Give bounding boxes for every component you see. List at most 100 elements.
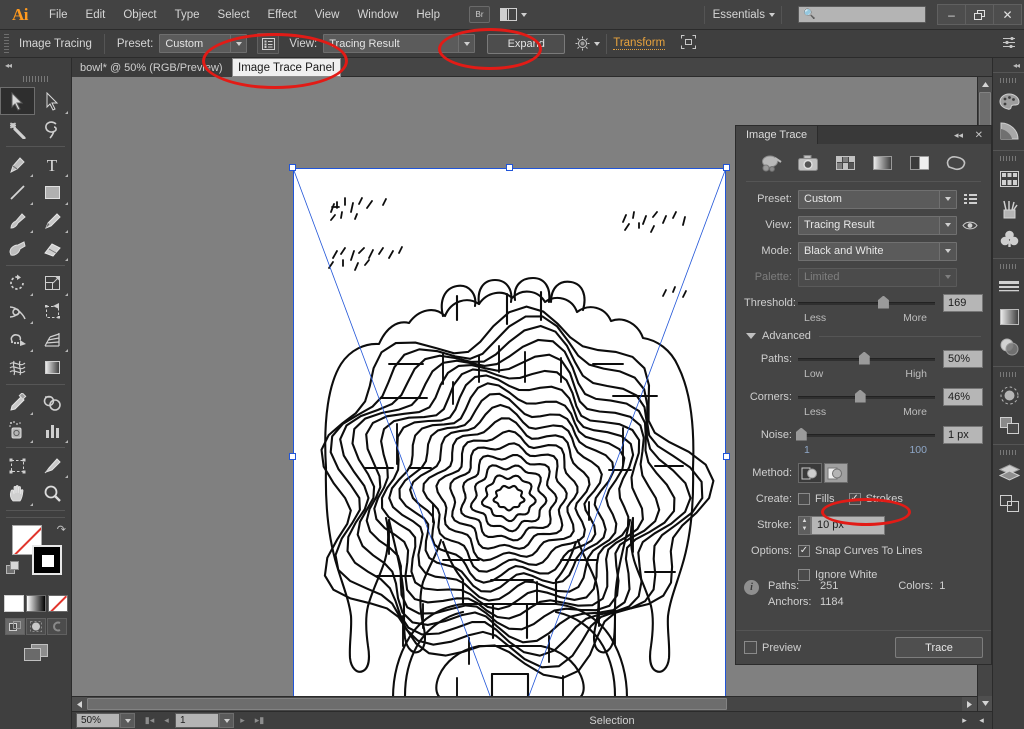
appearance-panel-icon[interactable] [993,380,1024,410]
brushes-panel-icon[interactable] [993,194,1024,224]
preview-eye-button[interactable] [957,220,983,231]
draw-inside-button[interactable] [46,618,67,635]
blend-tool[interactable] [35,388,70,416]
magic-wand-tool[interactable] [0,115,35,143]
chevron-down-icon[interactable] [939,242,956,260]
pencil-tool[interactable] [35,206,70,234]
chevron-down-icon[interactable] [939,190,956,208]
rectangle-tool[interactable] [35,178,70,206]
scroll-down-button[interactable] [978,696,993,711]
chevron-down-icon[interactable] [230,35,247,52]
paths-slider[interactable] [798,350,935,369]
layers-panel-icon[interactable] [993,458,1024,488]
zoom-level-field[interactable]: 50% [76,713,120,728]
expand-panels-icon[interactable]: ◂◂ [993,58,1024,72]
symbols-panel-icon[interactable] [993,224,1024,254]
overlapping-method-button[interactable] [824,463,848,483]
noise-slider[interactable] [795,426,935,445]
swatches-panel-icon[interactable] [993,164,1024,194]
color-swatch-button[interactable] [3,595,24,612]
paintbrush-tool[interactable] [0,206,35,234]
corners-slider-thumb[interactable] [854,389,866,403]
gradient-panel-icon[interactable] [993,302,1024,332]
symbol-sprayer-tool[interactable] [0,416,35,444]
noise-slider-thumb[interactable] [795,427,807,441]
collapse-panel-icon[interactable]: ◂◂ [0,58,71,72]
preview-checkbox[interactable]: Preview [744,641,801,654]
shape-builder-tool[interactable] [0,325,35,353]
stepper-down-icon[interactable]: ▼ [799,525,810,534]
zoom-level-dropdown[interactable] [120,713,135,728]
menu-item-edit[interactable]: Edit [77,0,115,30]
artboard[interactable] [293,168,726,711]
hand-tool[interactable] [0,479,35,507]
first-page-icon[interactable]: ▮◂ [141,712,158,729]
preset-dropdown[interactable]: Custom [159,34,248,53]
dock-grip[interactable] [999,76,1018,84]
noise-value-field[interactable]: 1 px [943,426,983,444]
rotate-tool[interactable] [0,269,35,297]
close-panel-icon[interactable]: ✕ [975,126,983,144]
menu-item-object[interactable]: Object [114,0,165,30]
document-tab[interactable]: bowl* @ 50% (RGB/Preview) [72,58,234,77]
dock-grip[interactable] [999,154,1018,162]
control-bar-grip[interactable] [4,33,9,54]
lasso-tool[interactable] [35,115,70,143]
isolate-selected-object-button[interactable] [681,35,697,52]
color-panel-icon[interactable] [993,86,1024,116]
snap-curves-checkbox[interactable]: ✓ Snap Curves To Lines [798,545,922,557]
snap-curves-checkbox-box[interactable]: ✓ [798,545,810,557]
eraser-tool[interactable] [35,234,70,262]
arrange-documents-button[interactable] [500,8,527,21]
image-trace-panel-button[interactable] [257,33,280,54]
preset-dropdown[interactable]: Custom [798,189,957,209]
scale-tool[interactable] [35,269,70,297]
preview-checkbox-box[interactable] [744,641,757,654]
line-segment-tool[interactable] [0,178,35,206]
artboards-panel-icon[interactable] [993,488,1024,518]
bridge-icon[interactable]: Br [469,6,490,23]
control-panel-menu-button[interactable] [1003,36,1016,51]
strokes-checkbox-box[interactable]: ✓ [848,493,861,505]
status-menu-icon[interactable]: ▸ [956,712,973,729]
chevron-down-icon[interactable] [594,41,601,46]
free-transform-tool[interactable] [35,297,70,325]
chevron-down-icon[interactable] [769,12,775,17]
workspace-switcher[interactable]: Essentials [713,9,765,21]
corners-slider[interactable] [798,388,935,407]
scroll-left-button[interactable] [72,697,87,712]
direct-selection-tool[interactable] [35,87,70,115]
collapse-panel-icon[interactable]: ◂◂ [954,126,963,144]
graphic-styles-panel-icon[interactable] [993,410,1024,440]
close-button[interactable]: ✕ [993,4,1022,25]
swap-fill-stroke-icon[interactable]: ↷ [57,523,66,536]
threshold-value-field[interactable]: 169 [943,294,983,312]
view-dropdown[interactable]: Tracing Result [798,215,957,235]
column-graph-tool[interactable] [35,416,70,444]
last-page-icon[interactable]: ▸▮ [251,712,268,729]
draw-normal-button[interactable] [4,618,25,635]
stroke-value-field[interactable]: 10 px [811,515,885,535]
tools-panel-grip[interactable] [22,73,49,83]
auto-color-preset-icon[interactable] [760,153,782,173]
minimize-button[interactable]: – [937,4,966,25]
advanced-section-toggle[interactable]: Advanced [736,330,991,342]
type-tool[interactable]: T [35,150,70,178]
restore-button[interactable] [965,4,994,25]
threshold-slider[interactable] [798,294,935,313]
abutting-method-button[interactable] [798,463,822,483]
blob-brush-tool[interactable] [0,234,35,262]
recolor-artwork-button[interactable] [575,36,601,51]
perspective-grid-tool[interactable] [35,325,70,353]
outline-preset-icon[interactable] [945,153,967,173]
mode-dropdown[interactable]: Black and White [798,241,957,261]
menu-item-view[interactable]: View [306,0,349,30]
paths-slider-thumb[interactable] [858,351,870,365]
stroke-panel-icon[interactable] [993,272,1024,302]
trace-button[interactable]: Trace [895,637,983,658]
gradient-swatch-button[interactable] [25,595,46,612]
high-color-preset-icon[interactable] [797,153,819,173]
default-fill-stroke-icon[interactable] [6,561,20,578]
chevron-down-icon[interactable] [939,216,956,234]
color-guide-panel-icon[interactable] [993,116,1024,146]
